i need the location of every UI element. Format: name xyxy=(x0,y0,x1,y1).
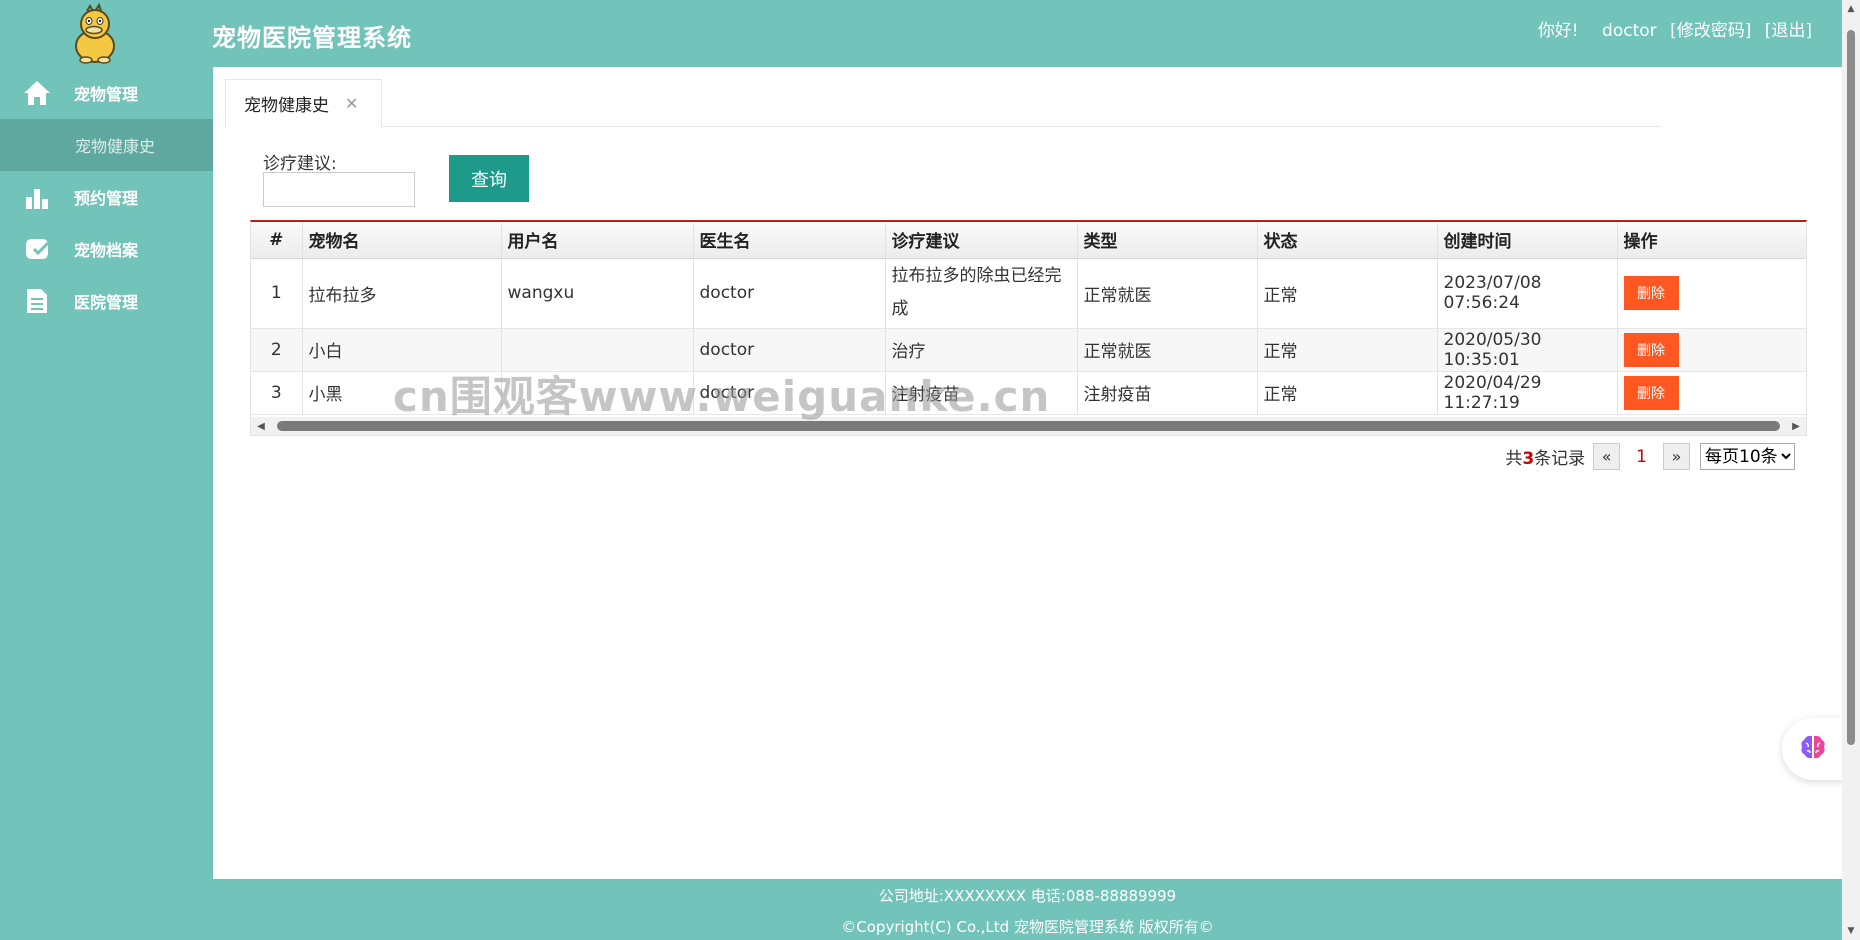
cell-status: 正常 xyxy=(1257,328,1438,372)
watermark-text: cn围观客www.weiguanke.cn xyxy=(393,372,1051,421)
footer: 公司地址:XXXXXXXX 电话:088-88889999 ©Copyright… xyxy=(213,879,1842,940)
cell-action: 删除 xyxy=(1617,258,1806,329)
scroll-right-icon[interactable]: ▶ xyxy=(1788,417,1804,435)
username-text: doctor xyxy=(1602,21,1657,41)
per-page-select[interactable]: 每页10条 xyxy=(1700,443,1795,470)
sidebar: 宠物管理 宠物健康史 预约管理 宠物档案 医院管理 xyxy=(0,67,213,879)
column-header: 操作 xyxy=(1617,222,1806,259)
app-title: 宠物医院管理系统 xyxy=(212,24,412,52)
logout-link[interactable]: [退出] xyxy=(1765,21,1812,41)
document-icon xyxy=(22,286,52,316)
current-page[interactable]: 1 xyxy=(1636,447,1647,467)
pet-record-icon xyxy=(22,234,52,264)
greeting-text: 你好! xyxy=(1537,21,1579,41)
table-row: 1 拉布拉多 wangxu doctor 拉布拉多的除虫已经完成 正常就医 正常… xyxy=(251,258,1806,329)
cell-pet-name: 拉布拉多 xyxy=(302,258,502,329)
sidebar-item-appointment-management[interactable]: 预约管理 xyxy=(0,171,213,223)
column-header: 医生名 xyxy=(693,222,886,259)
sidebar-item-pet-management[interactable]: 宠物管理 xyxy=(0,67,213,119)
cell-status: 正常 xyxy=(1257,258,1438,329)
page-vertical-scrollbar[interactable]: ▲ ▼ xyxy=(1842,0,1860,940)
brain-icon xyxy=(1798,732,1828,766)
prev-page-button[interactable]: « xyxy=(1593,443,1621,470)
cell-no: 2 xyxy=(251,328,303,372)
cell-action: 删除 xyxy=(1617,371,1806,415)
table-header-row: # 宠物名 用户名 医生名 诊疗建议 类型 状态 创建时间 操作 xyxy=(251,222,1806,259)
sidebar-item-label: 预约管理 xyxy=(74,189,139,208)
scroll-left-icon[interactable]: ◀ xyxy=(253,417,269,435)
cell-advice: 拉布拉多的除虫已经完成 xyxy=(885,258,1078,329)
cell-action: 删除 xyxy=(1617,328,1806,372)
tab-label: 宠物健康史 xyxy=(244,96,329,116)
tab-bar: 宠物健康史 ✕ xyxy=(225,79,1661,128)
cell-no: 3 xyxy=(251,371,303,415)
cell-user-name: wangxu xyxy=(501,258,694,329)
column-header: 类型 xyxy=(1077,222,1258,259)
delete-button[interactable]: 删除 xyxy=(1623,375,1679,410)
query-button[interactable]: 查询 xyxy=(449,155,529,202)
column-header: 用户名 xyxy=(501,222,694,259)
sidebar-item-label: 医院管理 xyxy=(74,293,139,312)
column-header: 宠物名 xyxy=(302,222,502,259)
close-icon[interactable]: ✕ xyxy=(345,94,358,113)
advice-filter-label: 诊疗建议: xyxy=(263,154,337,174)
vertical-scrollbar-thumb[interactable] xyxy=(1847,30,1855,745)
top-header: 宠物医院管理系统 你好! doctor [修改密码] [退出] xyxy=(0,0,1838,67)
tab-pet-health-history[interactable]: 宠物健康史 ✕ xyxy=(225,79,382,128)
footer-address: 公司地址:XXXXXXXX 电话:088-88889999 xyxy=(878,887,1177,905)
pagination: 共3条记录 « 1 » 每页10条 xyxy=(1505,443,1795,470)
advice-filter-input[interactable] xyxy=(263,172,415,207)
column-header: 诊疗建议 xyxy=(885,222,1078,259)
column-header: 状态 xyxy=(1257,222,1438,259)
scroll-down-icon[interactable]: ▼ xyxy=(1842,922,1860,940)
cell-type: 正常就医 xyxy=(1077,258,1258,329)
total-records: 共3条记录 xyxy=(1505,449,1586,469)
scroll-up-icon[interactable]: ▲ xyxy=(1842,0,1860,18)
cell-type: 注射疫苗 xyxy=(1077,371,1258,415)
cell-status: 正常 xyxy=(1257,371,1438,415)
floating-assistant-button[interactable] xyxy=(1782,718,1844,780)
delete-button[interactable]: 删除 xyxy=(1623,332,1679,367)
main-panel: 宠物健康史 ✕ 诊疗建议: 查询 # 宠物名 用户名 医生名 诊疗建议 类型 状… xyxy=(213,67,1842,879)
bar-chart-icon xyxy=(22,182,52,212)
sidebar-item-label: 宠物管理 xyxy=(74,85,139,104)
sidebar-item-pet-records[interactable]: 宠物档案 xyxy=(0,223,213,275)
cell-created-time: 2020/05/30 10:35:01 xyxy=(1437,328,1618,372)
column-header: # xyxy=(251,222,303,259)
sidebar-item-label: 宠物档案 xyxy=(74,241,139,260)
footer-copyright: ©Copyright(C) Co.,Ltd 宠物医院管理系统 版权所有© xyxy=(841,918,1214,936)
cell-created-time: 2020/04/29 11:27:19 xyxy=(1437,371,1618,415)
cell-type: 正常就医 xyxy=(1077,328,1258,372)
home-icon xyxy=(22,78,52,108)
cell-created-time: 2023/07/08 07:56:24 xyxy=(1437,258,1618,329)
delete-button[interactable]: 删除 xyxy=(1623,276,1679,310)
duck-logo-icon xyxy=(64,2,126,64)
cell-doctor-name: doctor xyxy=(693,258,886,329)
change-password-link[interactable]: [修改密码] xyxy=(1670,21,1751,41)
cell-no: 1 xyxy=(251,258,303,329)
next-page-button[interactable]: » xyxy=(1663,443,1690,470)
sidebar-item-hospital-management[interactable]: 医院管理 xyxy=(0,275,213,327)
column-header: 创建时间 xyxy=(1437,222,1618,259)
user-area: 你好! doctor [修改密码] [退出] xyxy=(1530,16,1812,41)
sidebar-subitem-pet-health-history[interactable]: 宠物健康史 xyxy=(0,119,213,171)
